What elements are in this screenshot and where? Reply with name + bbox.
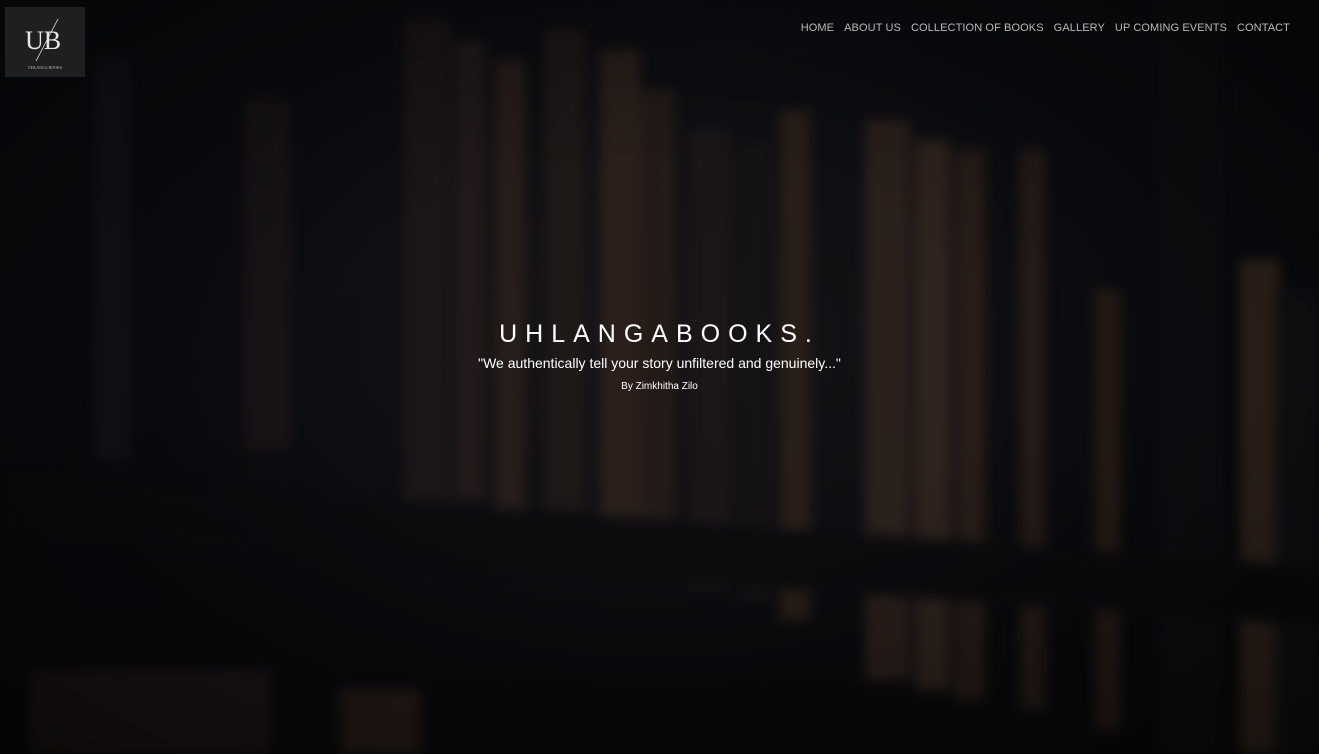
nav-gallery[interactable]: GALLERY <box>1054 22 1105 34</box>
hero-content: UHLANGABOOKS. "We authentically tell you… <box>0 320 1319 392</box>
svg-text:UHLANGA BOOKS: UHLANGA BOOKS <box>28 65 62 70</box>
nav-home[interactable]: HOME <box>801 22 834 34</box>
site-logo[interactable]: UB UHLANGA BOOKS <box>5 7 85 77</box>
hero-tagline: "We authentically tell your story unfilt… <box>478 355 841 371</box>
logo-mark-icon: UB UHLANGA BOOKS <box>25 18 62 70</box>
nav-contact[interactable]: CONTACT <box>1237 22 1290 34</box>
hero-section: UB UHLANGA BOOKS HOME ABOUT US COLLECTIO… <box>0 0 1319 754</box>
nav-up-coming-events[interactable]: UP COMING EVENTS <box>1115 22 1227 34</box>
svg-text:UB: UB <box>25 26 61 55</box>
nav-collection-of-books[interactable]: COLLECTION OF BOOKS <box>911 22 1044 34</box>
hero-byline: By Zimkhitha Zilo <box>621 381 698 392</box>
hero-title: UHLANGABOOKS. <box>499 320 820 348</box>
main-nav: HOME ABOUT US COLLECTION OF BOOKS GALLER… <box>801 22 1290 34</box>
nav-about-us[interactable]: ABOUT US <box>844 22 901 34</box>
